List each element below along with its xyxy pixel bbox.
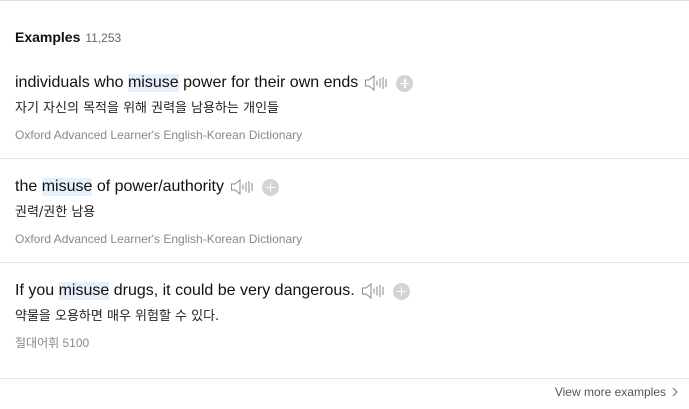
example-item: individuals who misuse power for their o… [15, 70, 689, 143]
example-source[interactable]: Oxford Advanced Learner's English-Korean… [15, 127, 689, 143]
chevron-right-icon [672, 387, 678, 397]
example-sentence: the misuse of power/authority [15, 174, 689, 200]
sentence-text-post: power for their own ends [178, 74, 359, 91]
example-source[interactable]: 절대어휘 5100 [15, 335, 689, 351]
highlighted-term[interactable]: misuse [58, 282, 110, 300]
sentence-text-post: drugs, it could be very dangerous. [109, 282, 355, 299]
examples-count: 11,253 [85, 31, 122, 45]
view-more-label: View more examples [554, 385, 666, 399]
sentence-text-pre: If you [15, 282, 59, 299]
highlighted-term[interactable]: misuse [127, 74, 179, 92]
example-source[interactable]: Oxford Advanced Learner's English-Korean… [15, 231, 689, 247]
example-item: the misuse of power/authority 권력/권한 남용 O… [15, 174, 689, 247]
add-to-wordbook-icon[interactable] [396, 74, 414, 92]
example-translation: 자기 자신의 목적을 위해 권력을 남용하는 개인들 [15, 101, 279, 116]
add-to-wordbook-icon[interactable] [392, 282, 410, 300]
examples-header: Examples 11,253 [15, 29, 121, 49]
example-sentence: individuals who misuse power for their o… [15, 70, 689, 96]
top-divider [0, 0, 689, 1]
example-translation: 약물을 오용하면 매우 위험할 수 있다. [15, 309, 220, 324]
example-divider [0, 262, 689, 263]
example-item: If you misuse drugs, it could be very da… [15, 278, 689, 351]
example-translation: 권력/권한 남용 [15, 205, 96, 220]
examples-title: Examples [15, 29, 81, 45]
sentence-text-pre: individuals who [15, 74, 128, 91]
view-more-examples-link[interactable]: View more examples [555, 385, 679, 399]
sentence-text-post: of power/authority [92, 178, 224, 195]
speaker-icon[interactable] [364, 74, 388, 92]
example-divider [0, 158, 689, 159]
speaker-icon[interactable] [361, 282, 385, 300]
example-sentence: If you misuse drugs, it could be very da… [15, 278, 689, 304]
footer-divider [0, 378, 689, 379]
speaker-icon[interactable] [230, 178, 254, 196]
sentence-text-pre: the [15, 178, 42, 195]
highlighted-term[interactable]: misuse [41, 178, 93, 196]
add-to-wordbook-icon[interactable] [262, 178, 279, 196]
